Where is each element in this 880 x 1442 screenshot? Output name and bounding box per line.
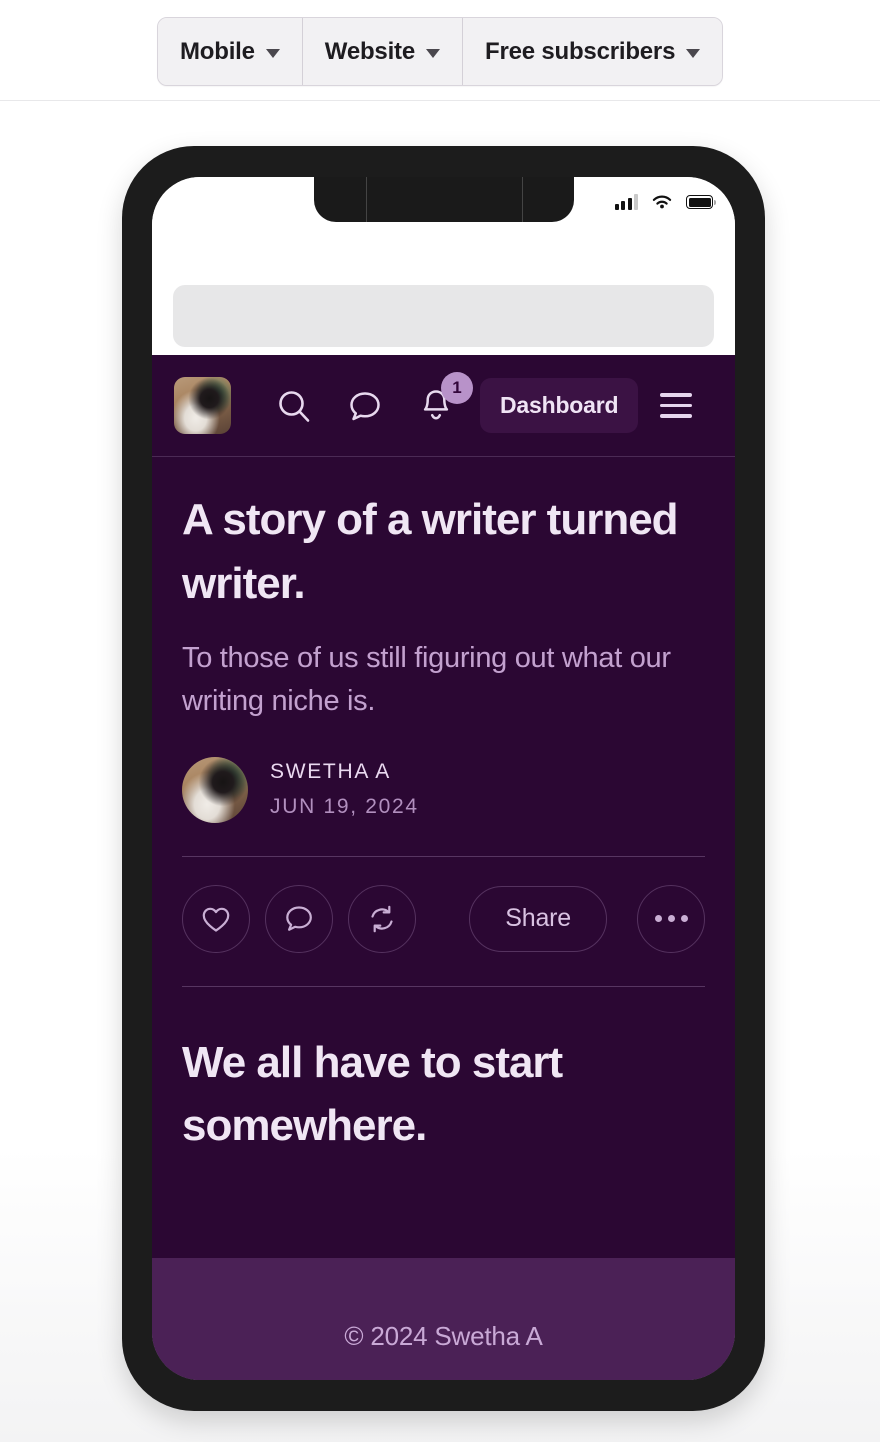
post-byline: SWETHA A JUN 19, 2024 <box>182 756 705 823</box>
notch-seam-left <box>365 177 367 222</box>
segment-mobile-label: Mobile <box>180 37 255 65</box>
search-icon[interactable] <box>275 387 313 425</box>
segment-free-subscribers-label: Free subscribers <box>484 37 676 65</box>
avatar-photo <box>174 377 231 434</box>
phone-notch <box>313 177 574 222</box>
segmented-control: Mobile Website Free subscribers <box>157 17 724 86</box>
wifi-icon <box>652 195 672 209</box>
chevron-down-icon <box>425 48 440 58</box>
cellular-signal-icon <box>614 194 638 210</box>
phone-screen: 1 Dashboard A story of a writer turned w… <box>152 177 735 1380</box>
post-subtitle: To those of us still figuring out what o… <box>182 641 671 718</box>
post-content: A story of a writer turned writer. To th… <box>152 488 735 1366</box>
phone-mockup-frame: 1 Dashboard A story of a writer turned w… <box>122 146 765 1411</box>
notch-seam-right <box>521 177 523 222</box>
nav-icon-group: 1 <box>275 371 473 426</box>
status-bar-icons <box>614 193 716 211</box>
post-date: JUN 19, 2024 <box>270 795 419 819</box>
heart-icon[interactable] <box>182 884 250 953</box>
browser-chrome <box>152 177 735 355</box>
restack-refresh-icon[interactable] <box>348 884 416 953</box>
segment-website[interactable]: Website <box>302 18 463 85</box>
post-action-bar: Share <box>182 857 705 953</box>
byline-text-group: SWETHA A JUN 19, 2024 <box>270 760 419 819</box>
section-two-heading: We all have to start somewhere. <box>182 1037 563 1151</box>
top-toolbar: Mobile Website Free subscribers <box>0 0 880 101</box>
avatar-photo <box>182 756 248 823</box>
dashboard-button[interactable]: Dashboard <box>480 378 639 433</box>
ellipsis-icon[interactable] <box>637 884 705 953</box>
bell-icon[interactable]: 1 <box>417 371 473 426</box>
copyright-text: © 2024 Swetha A <box>344 1321 543 1351</box>
segment-free-subscribers[interactable]: Free subscribers <box>462 18 723 85</box>
browser-url-bar[interactable] <box>173 285 714 347</box>
notification-badge: 1 <box>441 371 473 404</box>
segment-website-label: Website <box>324 37 415 65</box>
divider <box>182 985 705 987</box>
post-title: A story of a writer turned writer. <box>182 495 679 608</box>
author-name: SWETHA A <box>270 760 391 784</box>
share-button[interactable]: Share <box>469 885 607 952</box>
author-avatar[interactable] <box>182 756 248 823</box>
app-footer: © 2024 Swetha A <box>152 1258 735 1380</box>
segment-mobile[interactable]: Mobile <box>158 18 303 85</box>
chat-bubble-icon[interactable] <box>346 387 384 425</box>
nav-user-avatar[interactable] <box>174 377 231 434</box>
chevron-down-icon <box>686 48 701 58</box>
chat-bubble-icon[interactable] <box>265 884 333 953</box>
chevron-down-icon <box>265 48 280 58</box>
hamburger-menu-icon[interactable] <box>660 393 693 418</box>
app-navigation-bar: 1 Dashboard <box>152 355 735 457</box>
substack-app-view: 1 Dashboard A story of a writer turned w… <box>152 355 735 1380</box>
battery-full-icon <box>686 195 716 209</box>
